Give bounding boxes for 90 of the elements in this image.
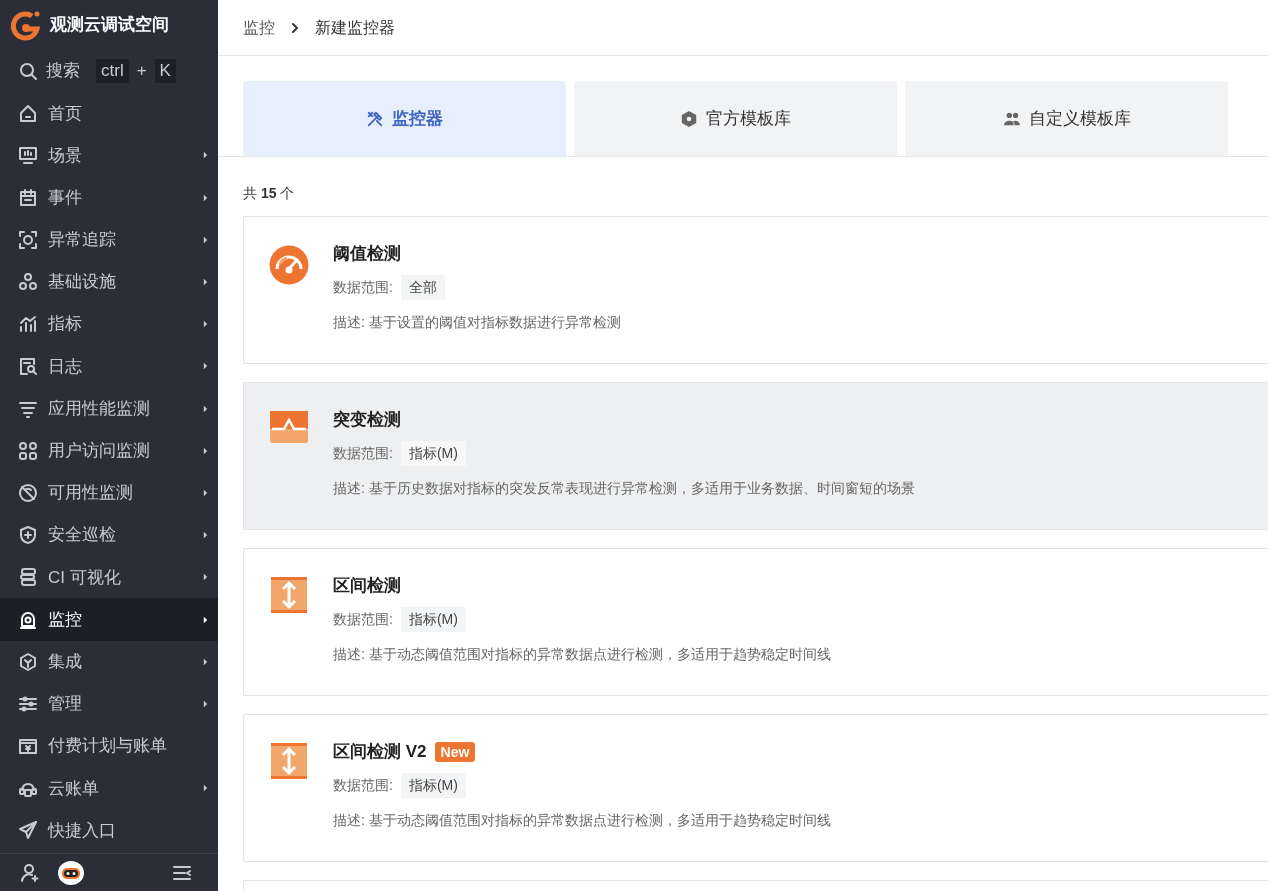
scope-label: 数据范围:: [333, 775, 393, 795]
caret-right-icon: [203, 151, 208, 160]
monitor-type-card[interactable]: 区间检测 数据范围: 指标(M) 描述: 基于动态阈值范围对指标的异常数据点进行检测，多适用于趋势稳定时间线: [243, 548, 1268, 696]
card-description: 描述: 基于设置的阈值对指标数据进行异常检测: [333, 312, 621, 332]
workspace-name: 观测云调试空间: [50, 14, 169, 37]
menu-item[interactable]: 集成: [48, 648, 193, 675]
range-arrows-icon: [271, 743, 307, 779]
caret-right-icon: [203, 235, 208, 244]
hexagon-star-icon: [680, 109, 698, 128]
robot-avatar-icon[interactable]: [56, 859, 86, 886]
log-search-icon: [18, 356, 38, 377]
tools-icon: [366, 109, 384, 128]
caret-right-icon: [203, 446, 208, 455]
caret-right-icon: [203, 404, 208, 413]
scope-tag: 全部: [400, 274, 445, 300]
menu-item[interactable]: 基础设施: [48, 269, 193, 295]
menu-item[interactable]: 首页: [48, 100, 208, 127]
spike-chart-icon: [270, 411, 308, 443]
menu-item[interactable]: 云账单: [48, 775, 193, 802]
chart-icon: [18, 314, 38, 335]
menu-item[interactable]: 安全巡检: [48, 522, 193, 548]
scope-tag: 指标(M): [400, 772, 466, 798]
invoice-icon: [18, 736, 38, 757]
caret-right-icon: [203, 657, 208, 666]
monitor-type-card[interactable]: 区间检测 V2 New 数据范围: 指标(M) 描述: 基于动态阈值范围对指标的异常数据点进行检测，多适用于趋势稳定时间线: [243, 714, 1268, 862]
card-description: 描述: 基于动态阈值范围对指标的异常数据点进行检测，多适用于趋势稳定时间线: [333, 810, 831, 830]
menu-item[interactable]: 付费计划与账单: [48, 733, 208, 759]
menu-item[interactable]: 用户访问监测: [48, 438, 193, 464]
item-count: 共 15 个: [243, 185, 295, 201]
caret-right-icon: [203, 488, 208, 497]
shield-icon: [18, 525, 38, 546]
card-title: 区间检测 V2: [333, 741, 427, 763]
no-signal-icon: [18, 482, 38, 503]
focus-icon: [18, 229, 38, 250]
menu-item[interactable]: 指标: [48, 311, 193, 337]
calendar-icon: [18, 187, 38, 208]
menu-item[interactable]: 管理: [48, 691, 193, 717]
caret-right-icon: [203, 193, 208, 202]
tab[interactable]: 监控器: [243, 81, 566, 156]
search-icon[interactable]: [18, 61, 38, 82]
menu-item[interactable]: 应用性能监测: [48, 395, 193, 422]
menu-item[interactable]: CI 可视化: [48, 564, 193, 591]
caret-right-icon: [203, 531, 208, 540]
caret-right-icon: [203, 573, 208, 582]
caret-right-icon: [203, 320, 208, 329]
scope-label: 数据范围:: [333, 277, 393, 297]
shortcut-key: K: [154, 59, 176, 84]
card-title: 阈值检测: [333, 243, 401, 265]
scope-tag: 指标(M): [400, 440, 466, 466]
add-user-icon[interactable]: [20, 862, 40, 883]
new-badge: New: [434, 741, 476, 762]
caret-right-icon: [203, 784, 208, 793]
card-description: 描述: 基于动态阈值范围对指标的异常数据点进行检测，多适用于趋势稳定时间线: [333, 644, 831, 664]
monitor-icon: [18, 145, 38, 166]
caret-right-icon: [203, 362, 208, 371]
home-icon: [18, 103, 38, 124]
menu-item[interactable]: 事件: [48, 184, 193, 211]
caret-right-icon: [203, 699, 208, 708]
shortcut-key: ctrl: [96, 59, 129, 84]
menu-item[interactable]: 快捷入口: [48, 817, 208, 844]
caret-right-icon: [203, 615, 208, 624]
caret-right-icon: [203, 278, 208, 287]
search-link[interactable]: 搜索: [46, 58, 80, 84]
card-title: 突变检测: [333, 409, 401, 431]
scope-label: 数据范围:: [333, 443, 393, 463]
pipeline-icon: [18, 567, 38, 588]
card-title: 区间检测: [333, 575, 401, 597]
send-icon: [18, 820, 38, 841]
chevron-right-icon: [291, 21, 299, 34]
menu-item[interactable]: 日志: [48, 353, 193, 380]
range-arrows-icon: [271, 577, 307, 613]
grid-icon: [18, 440, 38, 461]
gauge-icon: [269, 245, 309, 285]
logo-icon: [10, 9, 42, 41]
tab[interactable]: 自定义模板库: [905, 81, 1228, 156]
nodes-icon: [18, 272, 38, 293]
camera-icon: [18, 609, 38, 630]
breadcrumb-current: 新建监控器: [315, 17, 395, 38]
monitor-type-card[interactable]: 突变检测 数据范围: 指标(M) 描述: 基于历史数据对指标的突发反常表现进行异常检测，多适用于业务数据、时间窗短的场景: [243, 382, 1268, 530]
menu-item[interactable]: 场景: [48, 142, 193, 169]
menu-item[interactable]: 可用性监测: [48, 480, 193, 506]
hexagon-icon: [18, 651, 38, 672]
card-description: 描述: 基于历史数据对指标的突发反常表现进行异常检测，多适用于业务数据、时间窗短的场景: [333, 478, 915, 498]
menu-item[interactable]: 异常追踪: [48, 227, 193, 253]
tab[interactable]: 官方模板库: [574, 81, 897, 156]
shortcut-plus: +: [136, 60, 147, 83]
breadcrumb-link[interactable]: 监控: [243, 15, 275, 40]
scope-label: 数据范围:: [333, 609, 393, 629]
scope-tag: 指标(M): [400, 606, 466, 632]
monitor-type-card[interactable]: 阈值检测 数据范围: 全部 描述: 基于设置的阈值对指标数据进行异常检测: [243, 216, 1268, 364]
